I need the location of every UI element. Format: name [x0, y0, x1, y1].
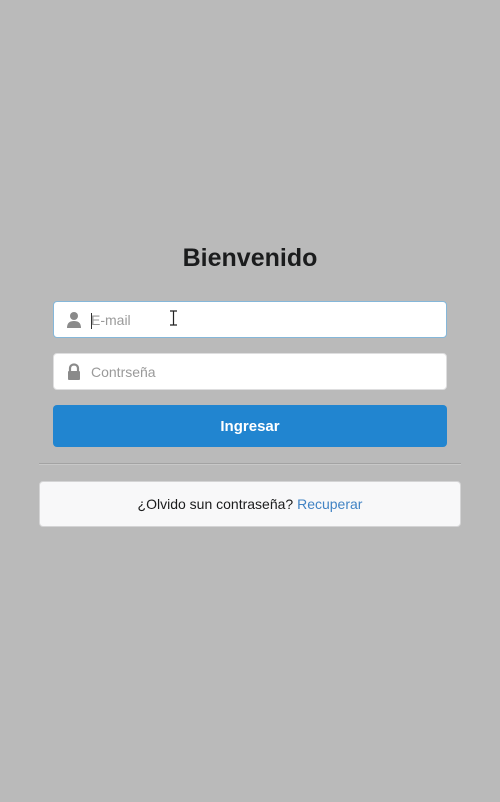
user-icon	[67, 312, 81, 328]
password-input[interactable]	[91, 354, 438, 389]
forgot-password-message: ¿Olvido sun contraseña? Recuperar	[39, 481, 461, 527]
page-title: Bienvenido	[182, 244, 318, 272]
recover-password-link[interactable]: Recuperar	[297, 496, 362, 512]
login-container: Bienvenido Ingresar ¿Olvido sun contrase…	[39, 238, 461, 527]
text-cursor-icon	[170, 310, 177, 326]
text-caret	[91, 313, 92, 329]
lock-icon	[68, 363, 80, 380]
login-button[interactable]: Ingresar	[53, 405, 447, 447]
forgot-password-prompt: ¿Olvido sun contraseña?	[137, 496, 294, 512]
email-field-wrapper[interactable]	[53, 301, 447, 338]
login-form: Ingresar	[53, 301, 447, 447]
email-input[interactable]	[91, 302, 438, 337]
password-field-wrapper[interactable]	[53, 353, 447, 390]
divider	[39, 463, 461, 465]
